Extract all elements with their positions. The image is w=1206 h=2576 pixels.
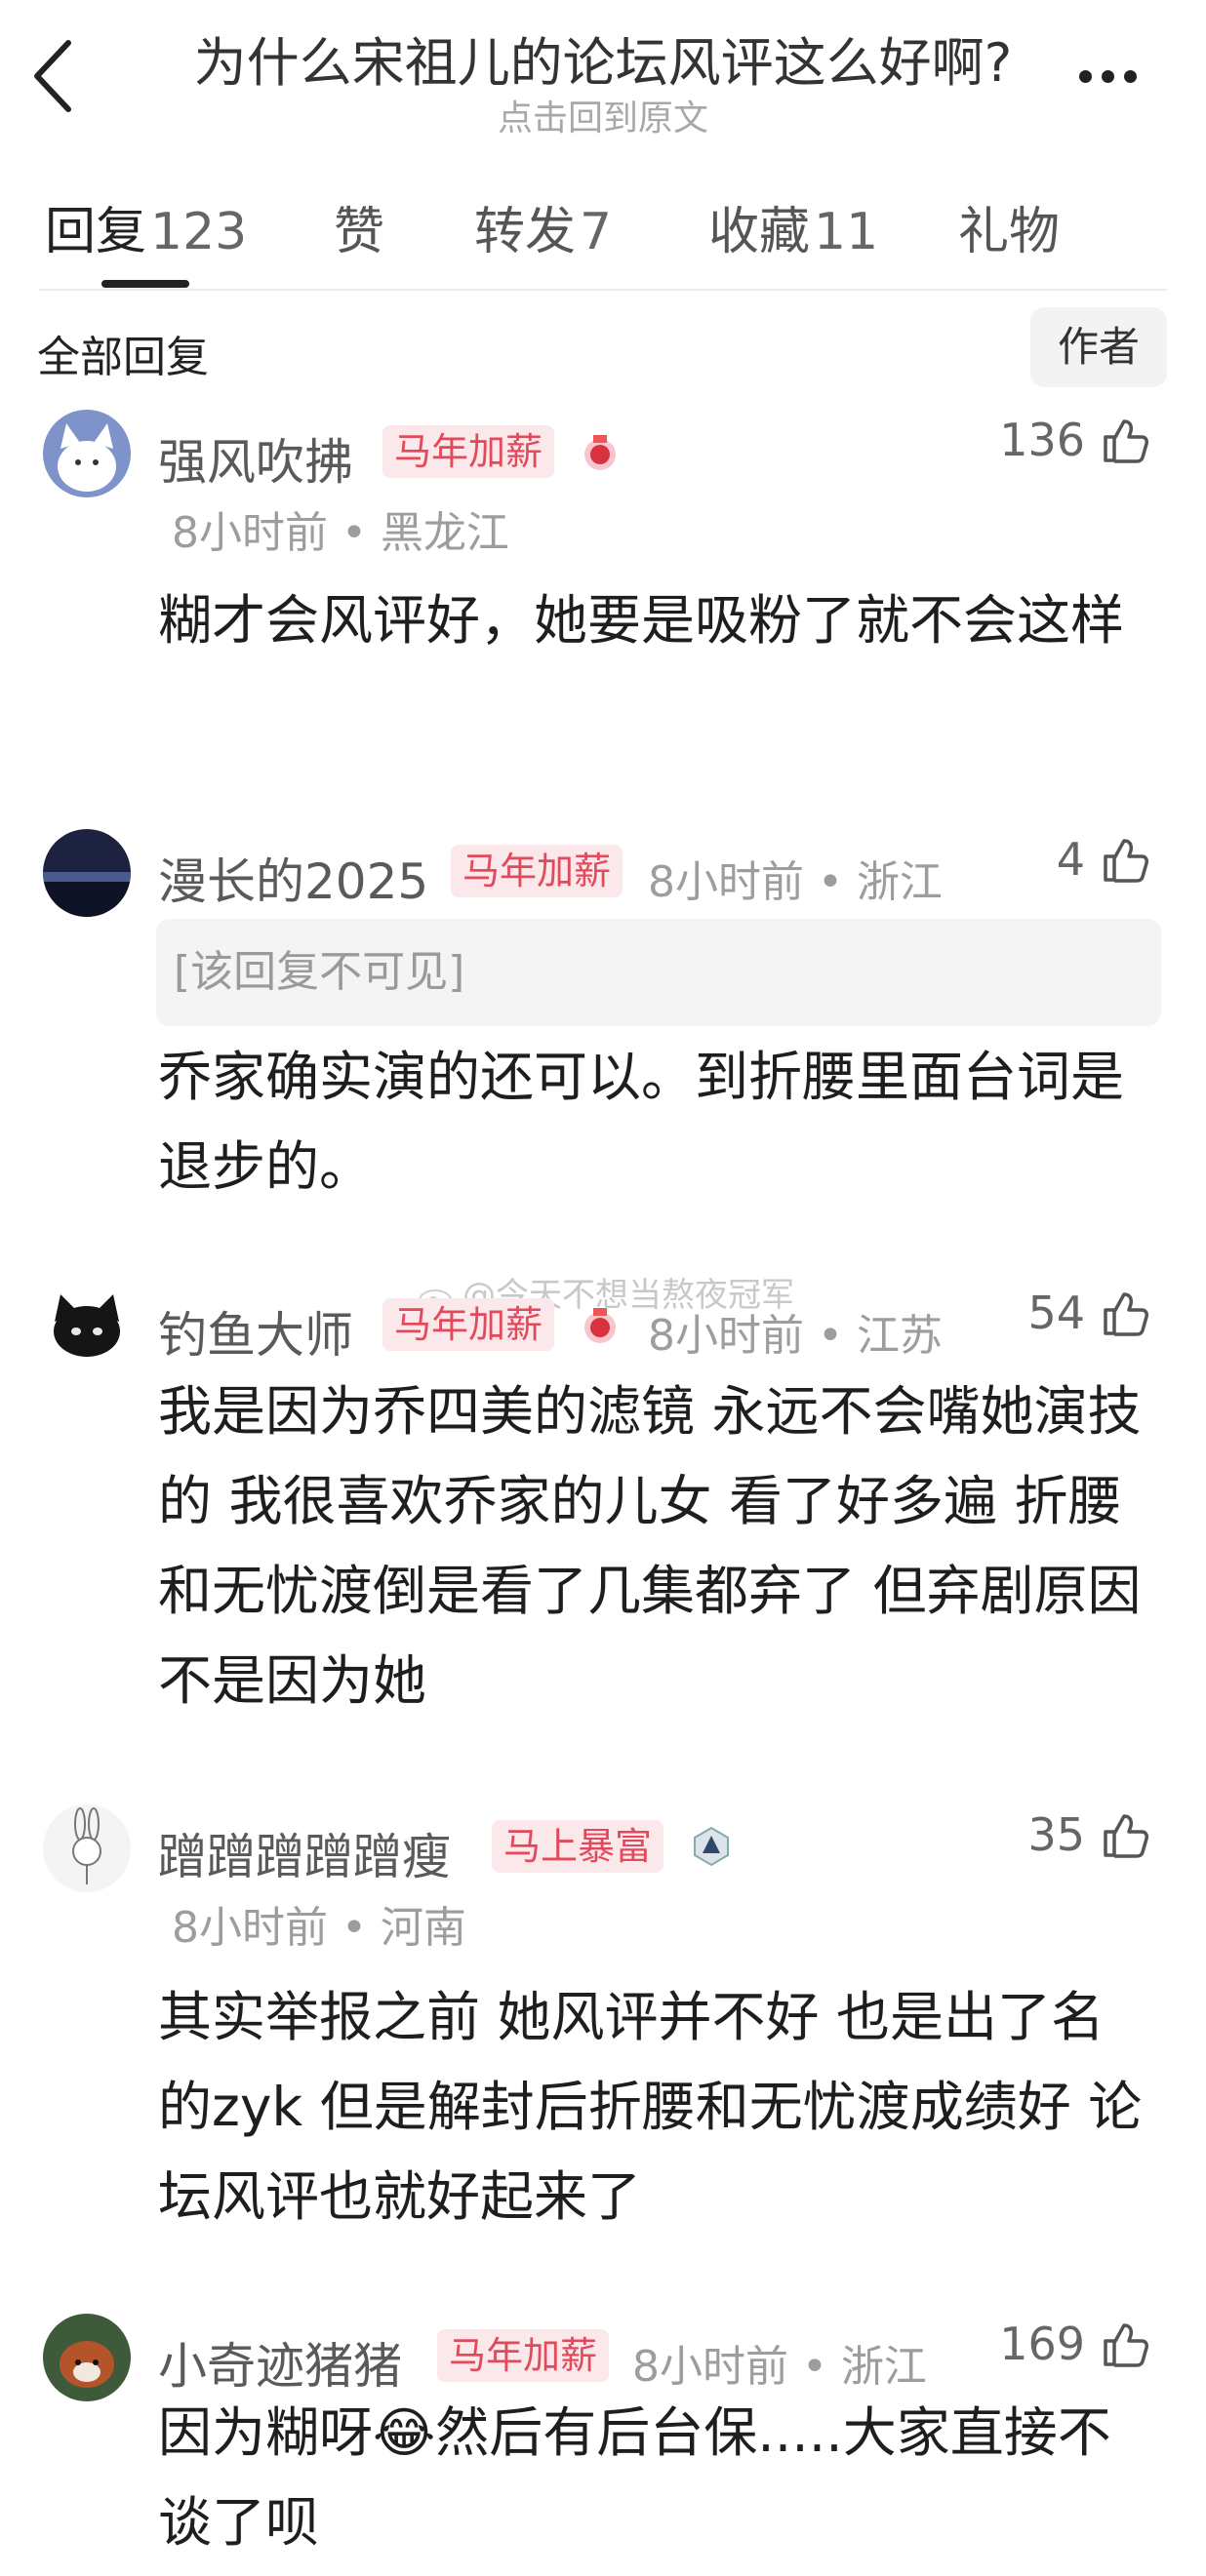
timestamp: 8小时前: [632, 2342, 788, 2392]
avatar-cat-icon: [43, 410, 131, 497]
back-to-original-link[interactable]: 点击回到原文: [137, 90, 1069, 140]
filter-row: 全部回复 作者: [0, 307, 1206, 395]
more-button[interactable]: [1079, 68, 1147, 84]
level-icon: [694, 1826, 729, 1867]
comment-text: 我是因为乔四美的滤镜 永远不会嘴她演技的 我很喜欢乔家的儿女 看了好多遍 折腰和…: [158, 1380, 1142, 1712]
tab-likes[interactable]: 赞: [334, 190, 384, 263]
tab-replies[interactable]: 回复123: [45, 190, 247, 263]
timestamp: 8小时前: [648, 857, 804, 907]
username[interactable]: 漫长的2025: [158, 843, 428, 913]
location: 江苏: [856, 1311, 943, 1361]
timestamp: 8小时前: [648, 1311, 804, 1361]
tab-label: 赞: [334, 203, 385, 261]
more-dot-icon: [1079, 70, 1092, 83]
username[interactable]: 蹭蹭蹭蹭蹭瘦: [158, 1818, 451, 1888]
tab-count: 7: [580, 203, 613, 261]
tab-count: 11: [814, 203, 879, 261]
medal-icon: [584, 1308, 616, 1343]
chevron-left-icon: [34, 40, 71, 112]
thumbs-up-icon[interactable]: [1101, 1810, 1149, 1859]
user-badge: 马年加薪: [451, 845, 623, 897]
avatar[interactable]: [43, 2314, 131, 2401]
author-filter-button[interactable]: 作者: [1030, 307, 1167, 387]
location: 河南: [380, 1903, 466, 1953]
location: 浙江: [856, 857, 943, 907]
meta-info: 8小时前 • 浙江: [648, 857, 943, 907]
tab-bar: 回复123 赞 转发7 收藏11 礼物: [39, 190, 1167, 297]
tab-reposts[interactable]: 转发7: [474, 190, 612, 263]
active-tab-indicator: [101, 280, 189, 288]
location: 浙江: [840, 2342, 927, 2392]
thumbs-up-icon[interactable]: [1101, 2319, 1149, 2368]
avatar[interactable]: [43, 410, 131, 497]
location: 黑龙江: [380, 508, 509, 558]
username[interactable]: 强风吹拂: [158, 423, 353, 494]
timestamp: 8小时前: [172, 1903, 328, 1953]
comment-text: 其实举报之前 她风评并不好 也是出了名的zyk 但是解封后折腰和无忧渡成绩好 论…: [158, 1986, 1143, 2228]
like-count: 169: [999, 2318, 1085, 2370]
like-count: 54: [1027, 1287, 1085, 1339]
thumbs-up-icon[interactable]: [1101, 1288, 1149, 1337]
meta-info: 8小时前 • 黑龙江: [172, 508, 509, 558]
more-dot-icon: [1124, 70, 1137, 83]
comment-text: 因为糊呀😂然后有后台保.....大家直接不谈了呗: [158, 2388, 1153, 2567]
meta-info: 8小时前 • 江苏: [648, 1311, 943, 1361]
thumbs-up-icon[interactable]: [1101, 835, 1149, 884]
comment-text-part: 因为糊呀: [158, 2401, 374, 2464]
tab-label: 收藏: [708, 203, 811, 261]
tab-gifts[interactable]: 礼物: [958, 190, 1060, 263]
avatar-red-panda-icon: [43, 2314, 131, 2401]
all-replies-label[interactable]: 全部回复: [37, 322, 209, 384]
avatar[interactable]: [43, 1283, 131, 1370]
tab-label: 回复: [45, 203, 147, 261]
avatar[interactable]: [43, 829, 131, 917]
timestamp: 8小时前: [172, 508, 328, 558]
top-bar: 为什么宋祖儿的论坛风评这么好啊? 点击回到原文: [0, 0, 1206, 156]
user-badge: 马上暴富: [492, 1820, 664, 1873]
laughing-tears-emoji-icon: 😂: [373, 2401, 436, 2464]
like-count: 136: [999, 414, 1085, 466]
more-dot-icon: [1102, 70, 1114, 83]
avatar[interactable]: [43, 1804, 131, 1892]
page-title[interactable]: 为什么宋祖儿的论坛风评这么好啊?: [137, 20, 1069, 97]
avatar-black-cat-icon: [43, 1283, 131, 1370]
user-badge: 马年加薪: [382, 425, 555, 478]
meta-info: 8小时前 • 河南: [172, 1903, 466, 1953]
comment-text: 乔家确实演的还可以。到折腰里面台词是退步的。: [158, 1046, 1125, 1198]
tab-favorites[interactable]: 收藏11: [708, 190, 878, 263]
like-count: 4: [1056, 833, 1085, 886]
medal-icon: [584, 435, 616, 470]
quoted-reply[interactable]: [该回复不可见]: [156, 919, 1161, 1026]
tab-label: 礼物: [958, 203, 1061, 261]
avatar-night-icon: [43, 829, 131, 917]
divider: [39, 289, 1167, 291]
thumbs-up-icon[interactable]: [1101, 416, 1149, 464]
avatar-rabbit-icon: [43, 1804, 131, 1892]
tab-label: 转发: [474, 203, 577, 261]
user-badge: 马年加薪: [382, 1298, 555, 1351]
meta-info: 8小时前 • 浙江: [632, 2342, 927, 2392]
tab-count: 123: [150, 203, 248, 261]
comment-text: 糊才会风评好，她要是吸粉了就不会这样: [158, 589, 1125, 652]
back-button[interactable]: [29, 37, 88, 115]
user-badge: 马年加薪: [437, 2329, 610, 2382]
username[interactable]: 钓鱼大师: [158, 1296, 353, 1367]
like-count: 35: [1027, 1808, 1085, 1861]
